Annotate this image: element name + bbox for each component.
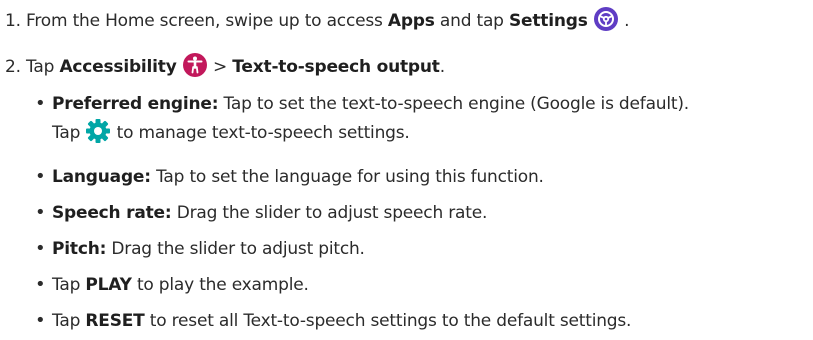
bullet-text: Tap to set the text-to-speech engine (Go… — [218, 94, 690, 114]
bullet-text: Tap — [52, 311, 86, 331]
bullet-dot: • — [35, 310, 46, 331]
bullet-dot: • — [35, 166, 46, 187]
bullet-dot: • — [35, 274, 46, 295]
bullet-dot: • — [35, 93, 46, 114]
apps-label: Apps — [387, 11, 435, 31]
step-text: and tap — [434, 11, 509, 31]
bullet-text: to manage text-to-speech settings. — [116, 123, 410, 143]
bullet-text: Tap — [52, 275, 86, 295]
step-trailing: . — [618, 11, 630, 31]
bullet-reset: • Tap RESET to reset all Text-to-speech s… — [35, 307, 631, 335]
step-text: Tap — [26, 57, 60, 77]
bullet-language: • Language: Tap to set the language for u… — [35, 163, 544, 191]
bullet-text: to play the example. — [131, 275, 309, 295]
bullet-preferred-engine: • Preferred engine: Tap to set the text-t… — [35, 90, 689, 118]
step-number: 1. — [5, 11, 21, 31]
bullet-text: Drag the slider to adjust pitch. — [106, 239, 365, 259]
bullet-text: to reset all Text-to-speech settings to … — [144, 311, 632, 331]
step-text: From the Home screen, swipe up to access — [26, 11, 388, 31]
bullet-play: • Tap PLAY to play the example. — [35, 271, 309, 299]
bullet-dot: • — [35, 238, 46, 259]
accessibility-label: Accessibility — [59, 57, 177, 77]
bullet-text: Tap — [52, 123, 86, 143]
instructions-document: 1. From the Home screen, swipe up to acc… — [0, 0, 813, 340]
accessibility-icon — [182, 52, 208, 78]
bullet-label: Speech rate: — [52, 203, 172, 223]
separator: > — [207, 57, 233, 77]
step-2: 2. Tap Accessibility > Text-to-speech ou… — [5, 53, 445, 81]
bullet-label: Preferred engine: — [52, 94, 219, 114]
settings-cog-icon — [85, 118, 111, 144]
bullet-pitch: • Pitch: Drag the slider to adjust pitch. — [35, 235, 365, 263]
play-label: PLAY — [85, 275, 132, 295]
reset-label: RESET — [85, 311, 145, 331]
step-1: 1. From the Home screen, swipe up to acc… — [5, 7, 629, 35]
step-trailing: . — [439, 57, 445, 77]
bullet-label: Language: — [52, 167, 151, 187]
bullet-dot: • — [35, 202, 46, 223]
settings-gear-icon — [593, 6, 619, 32]
text-to-speech-label: Text-to-speech output — [232, 57, 440, 77]
bullet-speech-rate: • Speech rate: Drag the slider to adjust … — [35, 199, 487, 227]
bullet-text: Tap to set the language for using this f… — [150, 167, 544, 187]
step-number: 2. — [5, 57, 21, 77]
settings-label: Settings — [508, 11, 588, 31]
bullet-preferred-engine-continued: Tap to manage text-to-speech settings. — [52, 119, 410, 147]
bullet-label: Pitch: — [52, 239, 107, 259]
bullet-text: Drag the slider to adjust speech rate. — [171, 203, 488, 223]
